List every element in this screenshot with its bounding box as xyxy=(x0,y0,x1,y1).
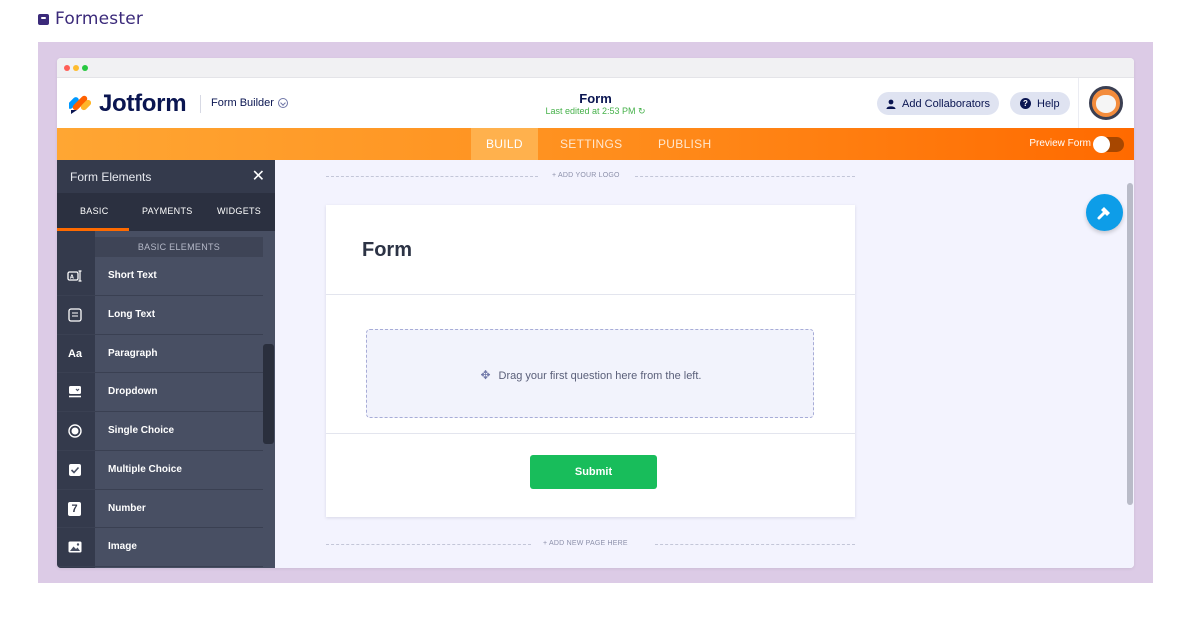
panel-tab-widgets[interactable]: WIDGETS xyxy=(217,206,261,216)
tab-publish[interactable]: PUBLISH xyxy=(658,128,711,160)
panel-title: Form Elements xyxy=(70,170,152,184)
form-title[interactable]: Form xyxy=(362,239,412,262)
window-chrome xyxy=(57,58,1134,78)
single-choice-icon xyxy=(68,424,82,438)
page-dashline-left xyxy=(326,544,531,545)
list-item[interactable]: Single Choice xyxy=(57,412,263,451)
formester-logo-icon xyxy=(38,13,49,25)
panel-scrollbar[interactable] xyxy=(263,344,274,444)
number-icon: 7 xyxy=(68,501,81,516)
list-item-label: Single Choice xyxy=(108,425,175,436)
form-elements-panel: Form Elements ✕ BASIC PAYMENTS WIDGETS B… xyxy=(57,160,275,568)
last-edited-text: Last edited at 2:53 PM xyxy=(545,106,636,116)
element-list: A Short Text Long Text Aa Paragraph Drop… xyxy=(57,257,263,567)
list-item-label: Number xyxy=(108,502,146,514)
move-icon: ✥ xyxy=(480,368,491,382)
list-item-label: Paragraph xyxy=(108,347,158,359)
paragraph-icon: Aa xyxy=(67,347,83,360)
svg-text:A: A xyxy=(70,275,74,281)
canvas-scrollbar[interactable] xyxy=(1127,183,1133,505)
add-collaborators-label: Add Collaborators xyxy=(902,97,991,110)
list-item[interactable]: Dropdown xyxy=(57,373,263,412)
multiple-choice-icon xyxy=(69,463,81,476)
avatar-face-icon xyxy=(1096,95,1116,113)
form-canvas: + ADD YOUR LOGO Form ✥ Drag your first qu… xyxy=(275,160,1134,568)
submit-button[interactable]: Submit xyxy=(530,455,657,489)
image-icon xyxy=(68,541,82,553)
close-dot-icon[interactable] xyxy=(64,65,70,71)
help-icon: ? xyxy=(1020,98,1031,109)
list-item-label: Image xyxy=(108,541,137,553)
help-label: Help xyxy=(1037,97,1060,110)
list-item[interactable]: Image xyxy=(57,528,263,567)
paint-roller-icon xyxy=(1097,207,1110,220)
list-item[interactable]: Long Text xyxy=(57,296,263,335)
add-new-page-link[interactable]: + ADD NEW PAGE HERE xyxy=(543,540,628,547)
form-designer-button[interactable] xyxy=(1086,194,1123,231)
drop-hint: ✥ Drag your first question here from the … xyxy=(367,368,813,382)
panel-tab-basic[interactable]: BASIC xyxy=(80,206,109,216)
list-item-label: Long Text xyxy=(108,308,156,320)
panel-header: Form Elements ✕ xyxy=(57,160,275,193)
submit-divider xyxy=(326,433,855,434)
preview-form-label: Preview Form xyxy=(1029,138,1091,149)
browser-window: Jotform Form Builder Form Last edited at… xyxy=(57,58,1134,568)
long-text-icon xyxy=(68,308,82,322)
help-button[interactable]: ? Help xyxy=(1010,92,1070,115)
preview-toggle-knob[interactable] xyxy=(1093,136,1110,153)
dropdown-icon xyxy=(69,386,81,398)
short-text-icon: A xyxy=(67,270,82,282)
list-item[interactable]: Multiple Choice xyxy=(57,451,263,490)
minimize-dot-icon[interactable] xyxy=(73,65,79,71)
list-item[interactable]: Aa Paragraph xyxy=(57,335,263,374)
user-icon xyxy=(886,99,896,109)
add-logo-link[interactable]: + ADD YOUR LOGO xyxy=(552,172,620,179)
page-dashline-right xyxy=(655,544,855,545)
list-item-label: Dropdown xyxy=(108,386,158,398)
tab-build[interactable]: BUILD xyxy=(471,128,538,160)
panel-tabs: BASIC PAYMENTS WIDGETS xyxy=(57,193,275,231)
form-card: Form ✥ Drag your first question here from… xyxy=(326,205,855,517)
top-bar: Jotform Form Builder Form Last edited at… xyxy=(57,78,1134,128)
list-item-label: Short Text xyxy=(108,270,157,281)
avatar[interactable] xyxy=(1089,86,1123,120)
add-collaborators-button[interactable]: Add Collaborators xyxy=(877,92,1000,115)
logo-dashline-right xyxy=(635,176,855,177)
formester-brand: Formester xyxy=(38,9,143,29)
tab-settings[interactable]: SETTINGS xyxy=(560,128,622,160)
basic-elements-header: BASIC ELEMENTS xyxy=(95,237,263,257)
panel-tab-payments[interactable]: PAYMENTS xyxy=(142,206,193,216)
list-item[interactable]: A Short Text xyxy=(57,257,263,296)
topbar-divider xyxy=(1078,78,1079,128)
list-item[interactable]: 7 Number xyxy=(57,490,263,529)
screenshot-frame: Jotform Form Builder Form Last edited at… xyxy=(38,42,1153,583)
logo-dashline-left xyxy=(326,176,538,177)
formester-name: Formester xyxy=(55,9,144,29)
list-item-label: Multiple Choice xyxy=(108,463,182,475)
question-drop-zone[interactable]: ✥ Drag your first question here from the … xyxy=(366,329,814,418)
title-divider xyxy=(326,294,855,295)
drop-hint-text: Drag your first question here from the l… xyxy=(498,370,702,382)
main-tab-bar: BUILD SETTINGS PUBLISH Preview Form xyxy=(57,128,1134,160)
close-icon[interactable]: ✕ xyxy=(252,166,265,186)
maximize-dot-icon[interactable] xyxy=(82,65,88,71)
refresh-icon: ↻ xyxy=(638,106,646,116)
